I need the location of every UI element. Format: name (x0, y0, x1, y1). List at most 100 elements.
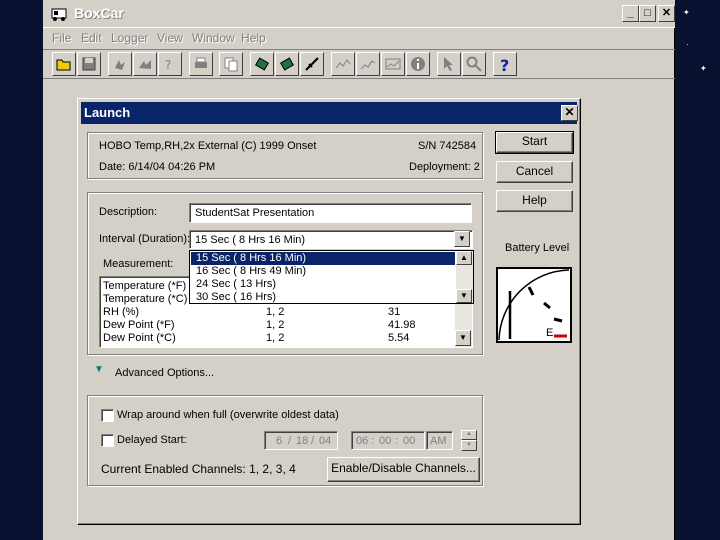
save-button[interactable] (77, 52, 101, 76)
measurement-name: Temperature (*C) (103, 293, 188, 305)
menu-window[interactable]: Window (192, 31, 235, 45)
zoom-button[interactable] (462, 52, 486, 76)
scroll-down-arrow[interactable]: ▼ (455, 330, 471, 346)
dialog-close-button[interactable]: ✕ (561, 105, 578, 121)
serial-number: S/N 742584 (418, 140, 477, 152)
logger-launch-button[interactable] (250, 52, 274, 76)
measurement-label: Measurement: (103, 258, 174, 270)
interval-option[interactable]: 16 Sec ( 8 Hrs 49 Min) (191, 265, 455, 278)
delayed-start-checkbox[interactable] (101, 434, 114, 447)
copy-icon (224, 57, 238, 72)
open-button[interactable] (52, 52, 76, 76)
chevron-down-icon: ▼ (458, 234, 466, 243)
menu-edit[interactable]: Edit (81, 31, 102, 45)
close-button[interactable]: ✕ (658, 5, 675, 22)
graph-area-button[interactable] (381, 52, 405, 76)
app-titlebar[interactable]: BoxCar _ □ ✕ (43, 0, 675, 28)
measurement-row[interactable]: Dew Point (*F) 1, 2 41.98 (103, 319, 453, 332)
measurement-name: Dew Point (*F) (103, 319, 175, 331)
logger-status-button[interactable] (300, 52, 324, 76)
copy-button[interactable] (219, 52, 243, 76)
arrow-pointer-icon (444, 57, 453, 71)
interval-option[interactable]: 30 Sec ( 16 Hrs) (191, 291, 455, 304)
delayed-date-field[interactable]: 6 / 18 / 04 (264, 431, 338, 450)
description-input[interactable]: StudentSat Presentation (189, 203, 472, 223)
dialog-titlebar[interactable]: Launch ✕ (81, 102, 578, 124)
menu-view[interactable]: View (157, 31, 183, 45)
logger-device-icon (254, 57, 270, 71)
interval-dropdown-list: 15 Sec ( 8 Hrs 16 Min) 16 Sec ( 8 Hrs 49… (189, 250, 474, 304)
battery-level-label: Battery Level (505, 242, 570, 254)
triangle-down-icon[interactable]: ▼ (94, 364, 104, 375)
cancel-button[interactable]: Cancel (496, 161, 573, 183)
spin-up-button[interactable]: ▲ (461, 430, 477, 440)
graph-button[interactable] (331, 52, 355, 76)
menu-logger[interactable]: Logger (111, 31, 148, 45)
satellite-icon (305, 57, 319, 71)
delayed-minute[interactable]: 00 (379, 435, 391, 447)
battery-gauge-icon: E (496, 267, 572, 343)
interval-label: Interval (Duration): (99, 233, 191, 245)
point-graph-icon (360, 60, 376, 70)
measurement-row[interactable]: Dew Point (*C) 1, 2 5.54 (103, 332, 453, 345)
scroll-down-arrow[interactable]: ▼ (456, 289, 472, 303)
menu-help[interactable]: Help (241, 31, 266, 45)
time-separator: : (371, 435, 375, 447)
interval-dropdown-arrow[interactable]: ▼ (454, 231, 470, 247)
delayed-time-spinner[interactable]: ▲ ▼ (461, 430, 477, 451)
background-star: · (686, 40, 689, 49)
readout-icon (139, 60, 151, 69)
pointer-button[interactable] (437, 52, 461, 76)
scroll-up-arrow[interactable]: ▲ (456, 251, 472, 265)
delayed-time-field[interactable]: 06 : 00 : 00 (351, 431, 425, 450)
advanced-options-link[interactable]: Advanced Options... (115, 367, 214, 379)
readout-tool-button[interactable] (133, 52, 157, 76)
chevron-up-icon: ▲ (460, 253, 468, 262)
wrap-around-checkbox[interactable] (101, 409, 114, 422)
menu-file[interactable]: File (52, 31, 71, 45)
maximize-button[interactable]: □ (639, 5, 656, 22)
minimize-button[interactable]: _ (622, 5, 639, 22)
spin-down-button[interactable]: ▼ (461, 440, 477, 451)
measurement-value: 31 (388, 306, 401, 318)
launch-tool-button[interactable] (108, 52, 132, 76)
svg-text:?: ? (165, 58, 171, 72)
logger-readout-button[interactable] (275, 52, 299, 76)
wrap-around-label: Wrap around when full (overwrite oldest … (117, 409, 339, 421)
start-button[interactable]: Start (495, 131, 574, 154)
date-separator: / (311, 435, 315, 447)
enabled-channels-text: Current Enabled Channels: 1, 2, 3, 4 (101, 462, 296, 476)
delayed-year[interactable]: 04 (319, 435, 331, 447)
delayed-ampm-field[interactable]: AM (426, 431, 453, 450)
app-title: BoxCar (74, 5, 124, 21)
enable-disable-channels-button[interactable]: Enable/Disable Channels... (327, 457, 480, 482)
measurement-channels: 1, 2 (266, 319, 285, 331)
status-tool-button[interactable]: ? (158, 52, 182, 76)
measurement-name: Temperature (*F) (103, 280, 187, 292)
help-button[interactable]: Help (496, 190, 573, 212)
measurement-row[interactable]: RH (%) 1, 2 31 (103, 306, 453, 319)
boxcar-app-icon (51, 8, 67, 21)
delayed-second[interactable]: 00 (403, 435, 415, 447)
launch-date: Date: 6/14/04 04:26 PM (99, 161, 216, 173)
measurement-value: 41.98 (388, 319, 416, 331)
chevron-up-icon: ▲ (466, 431, 472, 437)
interval-option[interactable]: 24 Sec ( 13 Hrs) (191, 278, 455, 291)
interval-option[interactable]: 15 Sec ( 8 Hrs 16 Min) (191, 252, 455, 265)
dropdown-scrollbar[interactable]: ▲ ▼ (456, 251, 473, 303)
chevron-down-icon: ▼ (459, 333, 467, 342)
graph-points-button[interactable] (356, 52, 380, 76)
chevron-down-icon: ▼ (466, 442, 472, 448)
interval-select[interactable]: 15 Sec ( 8 Hrs 16 Min) ▼ (189, 230, 473, 249)
info-button[interactable] (406, 52, 430, 76)
time-separator: : (395, 435, 399, 447)
dialog-title: Launch (84, 105, 131, 120)
help-button-toolbar[interactable]: ? (493, 52, 517, 76)
print-button[interactable] (189, 52, 213, 76)
launch-dialog: Launch ✕ HOBO Temp,RH,2x External (C) 19… (77, 98, 581, 525)
chevron-down-icon: ▼ (460, 291, 468, 300)
delayed-hour[interactable]: 06 (356, 435, 368, 447)
folder-open-icon (56, 59, 71, 71)
delayed-day[interactable]: 18 (296, 435, 308, 447)
delayed-month[interactable]: 6 (276, 435, 282, 447)
